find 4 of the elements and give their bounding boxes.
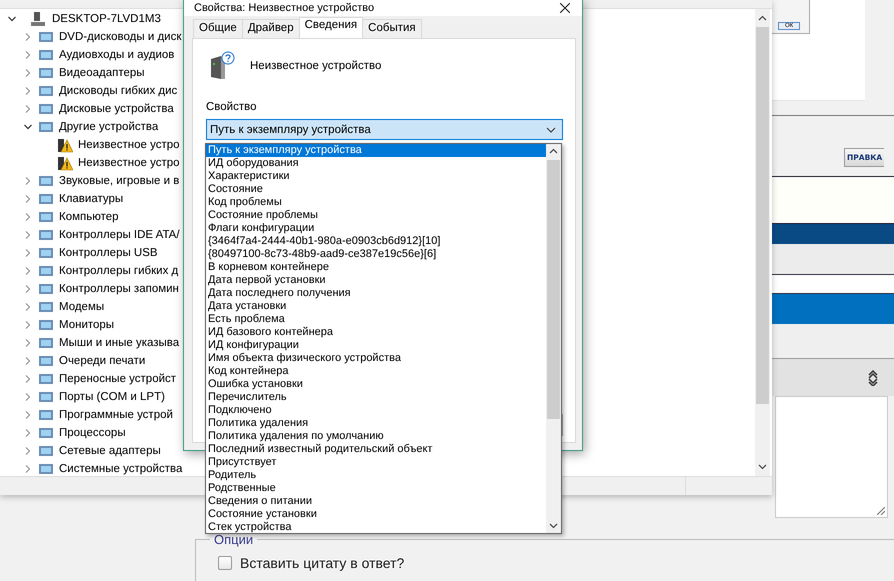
options-legend: Опции <box>210 532 258 547</box>
property-label: Свойство <box>206 101 258 113</box>
device-name: Неизвестное устройство <box>250 60 382 72</box>
window-title: Свойства: Неизвестное устройство <box>194 2 374 14</box>
